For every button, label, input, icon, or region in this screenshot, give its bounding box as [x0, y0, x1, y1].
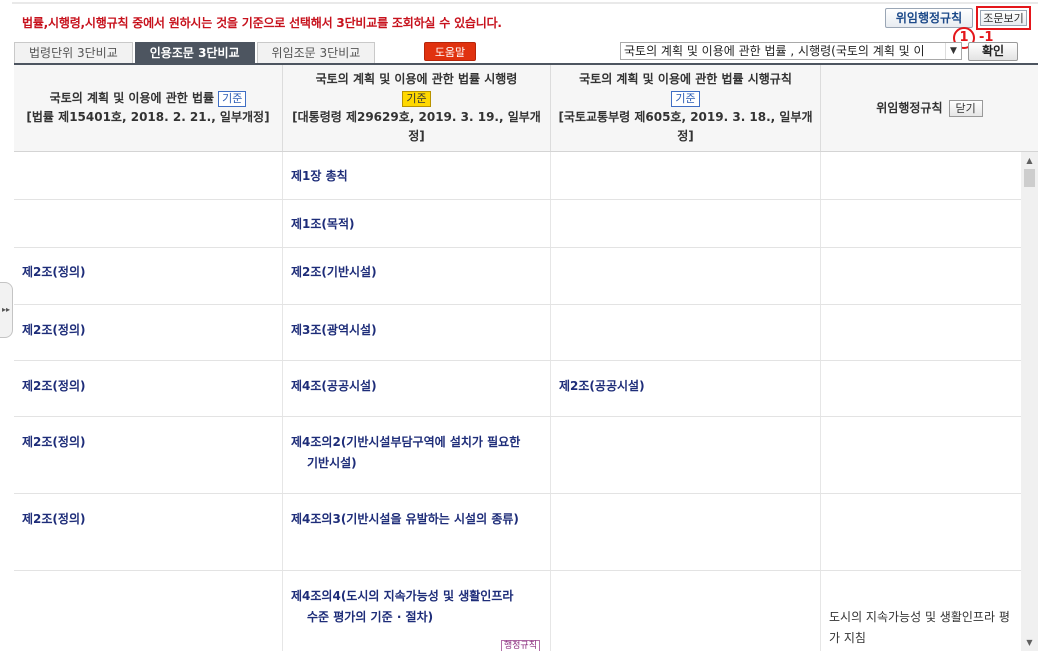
cell-law	[14, 200, 282, 247]
header-decree-sub: [대통령령 제29629호, 2019. 3. 19., 일부개정]	[292, 110, 541, 143]
info-message: 법률,시행령,시행규칙 중에서 원하시는 것을 기준으로 선택해서 3단비교를 …	[22, 16, 502, 30]
header-rule-badge[interactable]: 기준	[671, 90, 700, 107]
cell-law: 제2조(정의)	[22, 512, 86, 526]
cell-decree: 제3조(광역시설)	[282, 305, 550, 360]
close-button[interactable]: 닫기	[948, 99, 983, 117]
law-select-value: 국토의 계획 및 이용에 관한 법률 , 시행령(국토의 계획 및 이	[624, 44, 925, 58]
cell-law: 제2조(정의)	[22, 323, 86, 337]
law-select[interactable]: 국토의 계획 및 이용에 관한 법률 , 시행령(국토의 계획 및 이 ▼	[620, 42, 962, 60]
cell-decree: 제4조의3(기반시설을 유발하는 시설의 종류)	[282, 494, 550, 570]
cell-decree: 제4조(공공시설)	[282, 361, 550, 416]
vertical-scrollbar[interactable]: ▲ ▼	[1021, 152, 1038, 651]
cell-admin	[820, 361, 1021, 416]
cell-admin	[820, 417, 1021, 493]
cell-rule	[550, 248, 820, 304]
header-law: 국토의 계획 및 이용에 관한 법률 기준 [법률 제15401호, 2018. …	[14, 65, 282, 151]
comparison-table-body: 제1장 총칙 제1조(목적) 제2조(정의) 제2조(기반시설) 제2조(정의)…	[14, 152, 1021, 651]
help-button[interactable]: 도움말	[424, 42, 476, 61]
cell-decree: 제2조(기반시설)	[282, 248, 550, 304]
scroll-down-icon[interactable]: ▼	[1021, 634, 1038, 651]
cell-law	[14, 152, 282, 199]
chevron-down-icon[interactable]: ▼	[945, 43, 961, 59]
comparison-tabs: 법령단위 3단비교 인용조문 3단비교 위임조문 3단비교	[14, 42, 377, 64]
header-admin: 위임행정규칙 닫기	[820, 65, 1038, 151]
double-chevron-right-icon: ▸▸	[1, 305, 11, 314]
cell-rule: 제2조(공공시설)	[550, 361, 820, 416]
cell-decree: 제1조(목적)	[282, 200, 550, 247]
table-row: 제1조(목적)	[14, 200, 1021, 248]
header-admin-title: 위임행정규칙	[876, 100, 943, 115]
header-rule-title: 국토의 계획 및 이용에 관한 법률 시행규칙	[579, 72, 792, 86]
scroll-thumb[interactable]	[1024, 169, 1035, 187]
cell-law: 제2조(정의)	[22, 435, 86, 449]
header-rule-sub: [국토교통부령 제605호, 2019. 3. 18., 일부개정]	[558, 110, 813, 143]
cell-admin	[820, 494, 1021, 570]
delegated-rules-button[interactable]: 위임행정규칙	[885, 8, 973, 28]
cell-decree: 제4조의4(도시의 지속가능성 및 생활인프라 수준 평가의 기준 · 절차) …	[282, 571, 550, 651]
cell-rule	[550, 571, 820, 651]
cell-law: 제2조(정의)	[22, 379, 86, 393]
table-row: 제2조(정의) 제4조(공공시설) 제2조(공공시설)	[14, 361, 1021, 417]
header-decree: 국토의 계획 및 이용에 관한 법률 시행령 기준 [대통령령 제29629호,…	[282, 65, 550, 151]
cell-rule	[550, 305, 820, 360]
table-row: 제2조(정의) 제2조(기반시설)	[14, 248, 1021, 305]
cell-decree: 제4조의2(기반시설부담구역에 설치가 필요한 기반시설)	[282, 417, 550, 493]
table-row: 제2조(정의) 제4조의3(기반시설을 유발하는 시설의 종류)	[14, 494, 1021, 571]
admin-rule-tag[interactable]: 행정규칙	[500, 640, 540, 651]
cell-decree: 제1장 총칙	[282, 152, 550, 199]
article-view-button-highlight[interactable]: 조문보기	[976, 6, 1031, 30]
scroll-up-icon[interactable]: ▲	[1021, 152, 1038, 169]
cell-rule	[550, 417, 820, 493]
table-row: 제4조의4(도시의 지속가능성 및 생활인프라 수준 평가의 기준 · 절차) …	[14, 571, 1021, 651]
cell-rule	[550, 152, 820, 199]
side-panel-toggle[interactable]: ▸▸	[0, 282, 13, 338]
cell-law	[14, 571, 282, 651]
tab-cited-article[interactable]: 인용조문 3단비교	[134, 42, 255, 64]
table-row: 제1장 총칙	[14, 152, 1021, 200]
tab-delegated-article[interactable]: 위임조문 3단비교	[256, 42, 376, 64]
tab-law-unit[interactable]: 법령단위 3단비교	[14, 42, 133, 64]
table-row: 제2조(정의) 제4조의2(기반시설부담구역에 설치가 필요한 기반시설)	[14, 417, 1021, 494]
header-rule: 국토의 계획 및 이용에 관한 법률 시행규칙 기준 [국토교통부령 제605호…	[550, 65, 820, 151]
cell-law: 제2조(정의)	[22, 265, 86, 279]
top-divider	[12, 2, 1038, 4]
cell-rule	[550, 200, 820, 247]
cell-admin: 도시의 지속가능성 및 생활인프라 평가 지침	[820, 571, 1021, 651]
header-decree-title: 국토의 계획 및 이용에 관한 법률 시행령	[315, 72, 518, 86]
confirm-button[interactable]: 확인	[968, 42, 1018, 61]
article-view-button[interactable]: 조문보기	[980, 10, 1027, 26]
cell-admin	[820, 305, 1021, 360]
cell-rule	[550, 494, 820, 570]
header-law-badge[interactable]: 기준	[218, 90, 247, 107]
header-decree-badge[interactable]: 기준	[402, 90, 431, 107]
table-row: 제2조(정의) 제3조(광역시설)	[14, 305, 1021, 361]
header-law-sub: [법률 제15401호, 2018. 2. 21., 일부개정]	[26, 110, 270, 124]
cell-admin	[820, 200, 1021, 247]
table-header: 국토의 계획 및 이용에 관한 법률 기준 [법률 제15401호, 2018. …	[14, 65, 1038, 152]
cell-admin	[820, 248, 1021, 304]
header-law-title: 국토의 계획 및 이용에 관한 법률	[49, 91, 215, 105]
cell-admin	[820, 152, 1021, 199]
